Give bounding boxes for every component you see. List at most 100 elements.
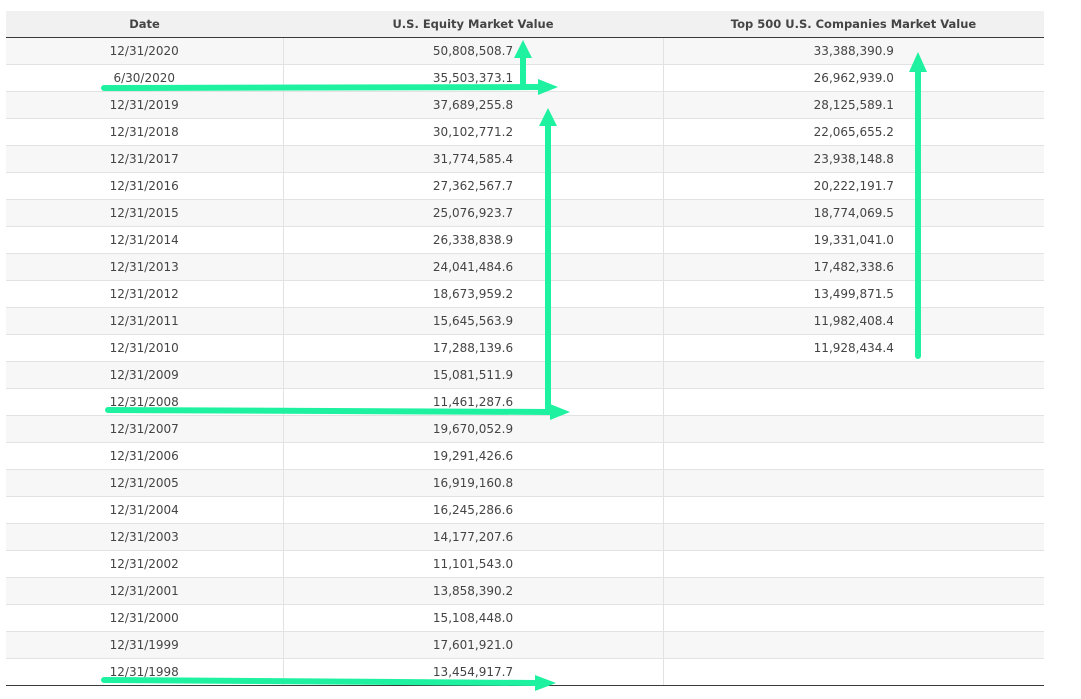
table-row: 12/31/1998 13,454,917.7	[6, 658, 1044, 686]
us-equity-cell: 13,858,390.2	[283, 577, 664, 605]
top-500-cell	[663, 388, 1044, 416]
table-row: 12/31/2006 19,291,426.6	[6, 442, 1044, 470]
top-500-cell: 11,982,408.4	[663, 307, 1044, 335]
top-500-cell	[663, 469, 1044, 497]
table-row: 12/31/2005 16,919,160.8	[6, 469, 1044, 497]
date-cell: 12/31/2003	[6, 523, 284, 551]
us-equity-cell: 16,245,286.6	[283, 496, 664, 524]
table-row: 12/31/2007 19,670,052.9	[6, 415, 1044, 443]
table-row: 12/31/2019 37,689,255.8 28,125,589.1	[6, 91, 1044, 119]
us-equity-cell: 13,454,917.7	[283, 658, 664, 686]
us-equity-cell: 27,362,567.7	[283, 172, 664, 200]
table-row: 12/31/2014 26,338,838.9 19,331,041.0	[6, 226, 1044, 254]
top-500-cell: 18,774,069.5	[663, 199, 1044, 227]
us-equity-cell: 24,041,484.6	[283, 253, 664, 281]
top-500-cell: 17,482,338.6	[663, 253, 1044, 281]
us-equity-cell: 11,461,287.6	[283, 388, 664, 416]
table-body: 12/31/2020 50,808,508.7 33,388,390.9 6/30/2…	[6, 37, 1044, 686]
us-equity-cell: 17,601,921.0	[283, 631, 664, 659]
us-equity-cell: 19,670,052.9	[283, 415, 664, 443]
market-value-table: Date U.S. Equity Market Value Top 500 U.…	[6, 11, 1044, 686]
table-row: 12/31/1999 17,601,921.0	[6, 631, 1044, 659]
top-500-cell	[663, 658, 1044, 686]
top-500-cell: 13,499,871.5	[663, 280, 1044, 308]
top-500-cell: 22,065,655.2	[663, 118, 1044, 146]
date-cell: 12/31/2010	[6, 334, 284, 362]
date-cell: 12/31/2012	[6, 280, 284, 308]
table-row: 12/31/2008 11,461,287.6	[6, 388, 1044, 416]
top-500-cell	[663, 631, 1044, 659]
table-row: 12/31/2017 31,774,585.4 23,938,148.8	[6, 145, 1044, 173]
header-us-equity-market-value[interactable]: U.S. Equity Market Value	[283, 11, 663, 38]
us-equity-cell: 15,081,511.9	[283, 361, 664, 389]
date-cell: 12/31/2005	[6, 469, 284, 497]
date-cell: 12/31/2000	[6, 604, 284, 632]
date-cell: 12/31/2002	[6, 550, 284, 578]
us-equity-cell: 37,689,255.8	[283, 91, 664, 119]
date-cell: 12/31/2011	[6, 307, 284, 335]
date-cell: 12/31/2013	[6, 253, 284, 281]
top-500-cell: 23,938,148.8	[663, 145, 1044, 173]
table-row: 12/31/2010 17,288,139.6 11,928,434.4	[6, 334, 1044, 362]
table-row: 6/30/2020 35,503,373.1 26,962,939.0	[6, 64, 1044, 92]
us-equity-cell: 25,076,923.7	[283, 199, 664, 227]
table-row: 12/31/2001 13,858,390.2	[6, 577, 1044, 605]
table-row: 12/31/2002 11,101,543.0	[6, 550, 1044, 578]
date-cell: 12/31/2020	[6, 37, 284, 65]
top-500-cell	[663, 523, 1044, 551]
us-equity-cell: 16,919,160.8	[283, 469, 664, 497]
date-cell: 12/31/2015	[6, 199, 284, 227]
top-500-cell	[663, 604, 1044, 632]
top-500-cell	[663, 361, 1044, 389]
top-500-cell: 20,222,191.7	[663, 172, 1044, 200]
table-row: 12/31/2020 50,808,508.7 33,388,390.9	[6, 37, 1044, 65]
us-equity-cell: 31,774,585.4	[283, 145, 664, 173]
date-cell: 12/31/2016	[6, 172, 284, 200]
us-equity-cell: 30,102,771.2	[283, 118, 664, 146]
header-row: Date U.S. Equity Market Value Top 500 U.…	[6, 11, 1044, 38]
date-cell: 12/31/1998	[6, 658, 284, 686]
us-equity-cell: 15,108,448.0	[283, 604, 664, 632]
date-cell: 6/30/2020	[6, 64, 284, 92]
header-top-500-market-value[interactable]: Top 500 U.S. Companies Market Value	[663, 11, 1044, 38]
top-500-cell: 28,125,589.1	[663, 91, 1044, 119]
top-500-cell	[663, 550, 1044, 578]
date-cell: 12/31/2018	[6, 118, 284, 146]
table-row: 12/31/2011 15,645,563.9 11,982,408.4	[6, 307, 1044, 335]
date-cell: 12/31/2014	[6, 226, 284, 254]
table-row: 12/31/2016 27,362,567.7 20,222,191.7	[6, 172, 1044, 200]
us-equity-cell: 35,503,373.1	[283, 64, 664, 92]
table-row: 12/31/2000 15,108,448.0	[6, 604, 1044, 632]
top-500-cell	[663, 442, 1044, 470]
date-cell: 12/31/2008	[6, 388, 284, 416]
top-500-cell: 19,331,041.0	[663, 226, 1044, 254]
table-row: 12/31/2009 15,081,511.9	[6, 361, 1044, 389]
table-row: 12/31/2018 30,102,771.2 22,065,655.2	[6, 118, 1044, 146]
date-cell: 12/31/1999	[6, 631, 284, 659]
top-500-cell	[663, 496, 1044, 524]
top-500-cell: 11,928,434.4	[663, 334, 1044, 362]
us-equity-cell: 11,101,543.0	[283, 550, 664, 578]
header-date[interactable]: Date	[6, 11, 283, 38]
table-row: 12/31/2012 18,673,959.2 13,499,871.5	[6, 280, 1044, 308]
us-equity-cell: 50,808,508.7	[283, 37, 664, 65]
date-cell: 12/31/2006	[6, 442, 284, 470]
date-cell: 12/31/2019	[6, 91, 284, 119]
top-500-cell	[663, 577, 1044, 605]
table-row: 12/31/2013 24,041,484.6 17,482,338.6	[6, 253, 1044, 281]
date-cell: 12/31/2004	[6, 496, 284, 524]
date-cell: 12/31/2009	[6, 361, 284, 389]
table-row: 12/31/2004 16,245,286.6	[6, 496, 1044, 524]
date-cell: 12/31/2017	[6, 145, 284, 173]
top-500-cell: 26,962,939.0	[663, 64, 1044, 92]
us-equity-cell: 26,338,838.9	[283, 226, 664, 254]
table-row: 12/31/2015 25,076,923.7 18,774,069.5	[6, 199, 1044, 227]
us-equity-cell: 18,673,959.2	[283, 280, 664, 308]
date-cell: 12/31/2007	[6, 415, 284, 443]
us-equity-cell: 17,288,139.6	[283, 334, 664, 362]
us-equity-cell: 14,177,207.6	[283, 523, 664, 551]
top-500-cell	[663, 415, 1044, 443]
us-equity-cell: 19,291,426.6	[283, 442, 664, 470]
top-500-cell: 33,388,390.9	[663, 37, 1044, 65]
date-cell: 12/31/2001	[6, 577, 284, 605]
